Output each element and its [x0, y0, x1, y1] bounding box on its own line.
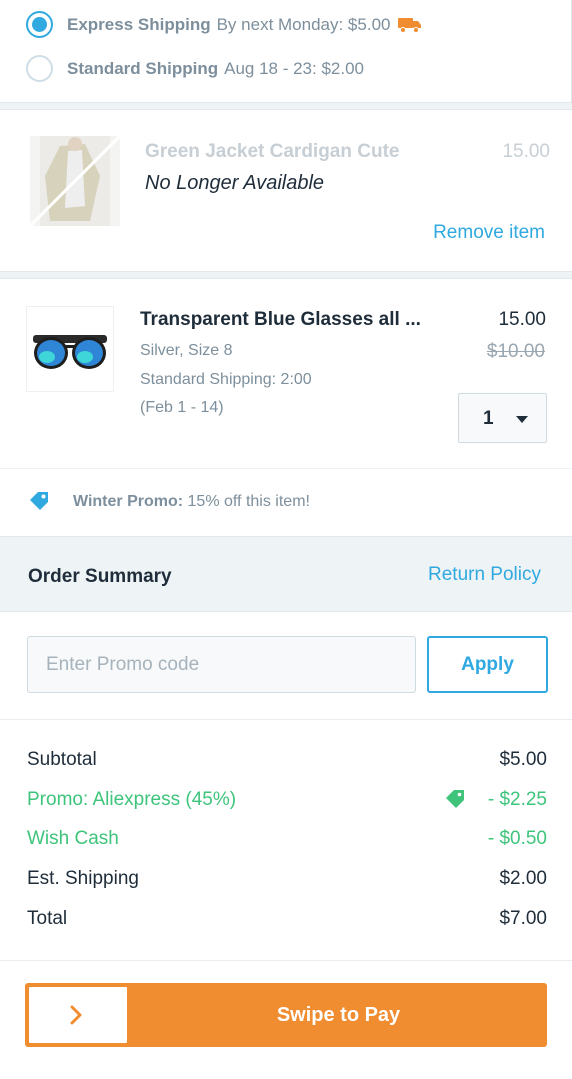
item-original-price: $10.00 — [486, 341, 545, 362]
summary-row-wish-cash: Wish Cash - $0.50 — [27, 828, 547, 854]
shipping-option-name: Standard Shipping — [67, 58, 219, 78]
summary-label: Promo: Aliexpress (45%) — [27, 789, 237, 810]
summary-value: $7.00 — [499, 908, 547, 929]
promo-banner-text: Winter Promo: 15% off this item! — [73, 493, 310, 511]
summary-value: $2.00 — [499, 868, 547, 889]
radio-selected[interactable] — [26, 11, 53, 38]
summary-row-promo: Promo: Aliexpress (45%) - $2.25 — [27, 789, 547, 815]
apply-button[interactable]: Apply — [427, 636, 548, 693]
summary-value: - $2.25 — [487, 789, 547, 810]
summary-label: Subtotal — [27, 749, 97, 770]
summary-row-total: Total $7.00 — [27, 908, 547, 934]
product-thumbnail-jacket — [30, 136, 120, 226]
summary-value: - $0.50 — [487, 828, 547, 849]
shipping-option-detail: Aug 18 - 23: $2.00 — [224, 58, 364, 78]
item-price: 15.00 — [498, 309, 546, 330]
shipping-option-detail: By next Monday: $5.00 — [216, 14, 391, 34]
promo-name: Winter Promo: — [73, 493, 184, 510]
chevron-right-icon — [70, 1005, 82, 1025]
item-shipping-dates: (Feb 1 - 14) — [140, 399, 224, 416]
item-variant: Silver, Size 8 — [140, 342, 233, 359]
item-status: No Longer Available — [145, 172, 325, 194]
quantity-value: 1 — [483, 408, 494, 429]
radio-unselected[interactable] — [26, 55, 53, 82]
product-thumbnail-glasses — [26, 306, 114, 392]
swipe-handle[interactable] — [27, 985, 129, 1045]
order-summary-title: Order Summary — [28, 566, 172, 587]
summary-label: Wish Cash — [27, 828, 119, 849]
remove-item-link[interactable]: Remove item — [433, 222, 545, 244]
shipping-option-express[interactable]: Express Shipping By next Monday: $5.00 — [26, 11, 422, 38]
caret-down-icon — [516, 416, 528, 423]
section-separator — [0, 102, 572, 110]
shipping-option-standard[interactable]: Standard Shipping Aug 18 - 23: $2.00 — [26, 55, 364, 82]
promo-code-input[interactable] — [27, 636, 416, 693]
promo-detail: 15% off this item! — [187, 493, 310, 510]
truck-icon — [398, 17, 422, 33]
item-title: Green Jacket Cardigan Cute — [145, 141, 400, 162]
price-tag-icon — [446, 790, 464, 808]
item-title: Transparent Blue Glasses all ... — [140, 309, 421, 330]
item-price: 15.00 — [502, 141, 550, 162]
return-policy-link[interactable]: Return Policy — [428, 564, 541, 586]
summary-label: Est. Shipping — [27, 868, 139, 889]
quantity-select[interactable]: 1 — [458, 393, 547, 443]
shipping-options: Express Shipping By next Monday: $5.00 S… — [0, 0, 572, 104]
item-shipping: Standard Shipping: 2:00 — [140, 371, 312, 388]
price-tag-icon — [30, 492, 48, 510]
swipe-to-pay-label: Swipe to Pay — [276, 1004, 401, 1026]
summary-row-shipping: Est. Shipping $2.00 — [27, 868, 547, 894]
shipping-option-name: Express Shipping — [67, 14, 211, 34]
summary-value: $5.00 — [499, 749, 547, 770]
divider — [0, 719, 572, 720]
summary-row-subtotal: Subtotal $5.00 — [27, 749, 547, 775]
section-separator — [0, 271, 572, 279]
divider — [0, 960, 572, 961]
summary-label: Total — [27, 908, 68, 929]
